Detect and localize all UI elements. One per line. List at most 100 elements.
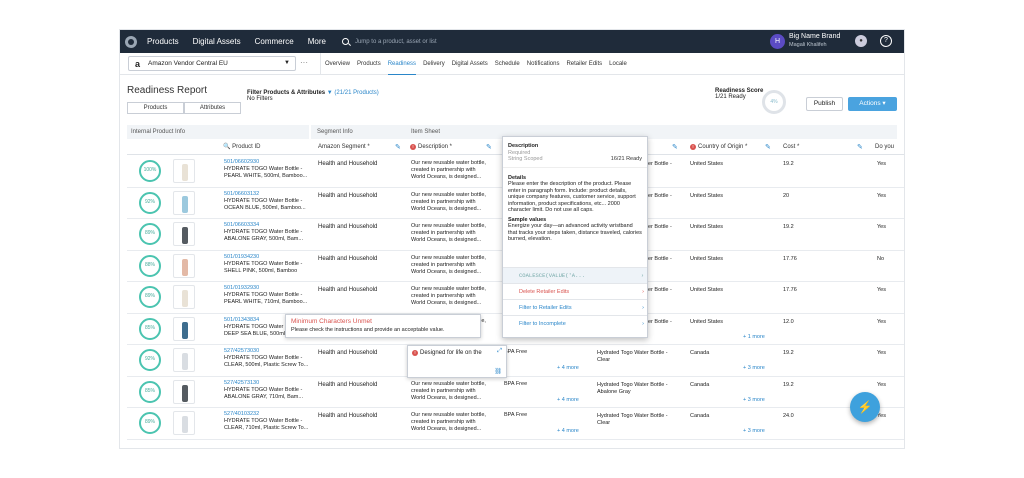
product-thumbnail[interactable] <box>173 159 195 183</box>
country-cell[interactable]: United States <box>690 193 723 200</box>
product-id-cell[interactable]: 501/01934230 HYDRATE TOGO Water Bottle -S… <box>224 254 314 275</box>
segment-cell[interactable]: Health and Household <box>318 161 377 167</box>
cost-cell[interactable]: 19.2 <box>783 161 794 168</box>
description-cell[interactable]: Our new reusable water bottle,created in… <box>411 192 499 213</box>
unlink-icon[interactable]: ⛓ <box>494 368 502 375</box>
tab-locale[interactable]: Locale <box>609 53 627 75</box>
nav-digital-assets[interactable]: Digital Assets <box>193 37 241 46</box>
product-id-cell[interactable]: 527/40103232 HYDRATE TOGO Water Bottle -C… <box>224 411 314 432</box>
edit-icon[interactable]: ✎ <box>395 143 401 151</box>
help-icon[interactable]: ? <box>880 35 892 47</box>
segment-cell[interactable]: Health and Household <box>318 287 377 293</box>
cost-cell[interactable]: 19.2 <box>783 382 794 389</box>
tab-readiness[interactable]: Readiness <box>387 53 417 75</box>
description-cell[interactable]: Our new reusable water bottle,created in… <box>411 255 499 276</box>
more-link[interactable]: + 4 more <box>557 365 579 371</box>
bpa-cell[interactable]: BPA Free <box>504 412 527 419</box>
more-link[interactable]: + 4 more <box>557 397 579 403</box>
hidden-col-cell[interactable]: er Bottle - <box>648 161 672 168</box>
hidden-col-cell[interactable]: er Bottle - <box>648 224 672 231</box>
do-you-cell[interactable]: Yes <box>877 287 886 294</box>
col-amazon-segment[interactable]: Amazon Segment * <box>318 140 370 155</box>
actions-button[interactable]: Actions ▾ <box>848 97 897 111</box>
product-thumbnail[interactable] <box>173 285 195 309</box>
retailer-select[interactable]: a Amazon Vendor Central EU ▼ <box>128 56 296 71</box>
filter-count[interactable]: (21/21 Products) <box>334 90 378 96</box>
product-id[interactable]: 501/01932930 <box>224 285 314 292</box>
segment-cell[interactable]: Health and Household <box>318 350 377 356</box>
products-toggle[interactable]: Products <box>127 102 184 114</box>
global-search[interactable]: Jump to a product, asset or list <box>341 38 437 45</box>
nav-more[interactable]: More <box>308 37 326 46</box>
product-thumbnail[interactable] <box>173 348 195 372</box>
product-id-cell[interactable]: 501/01932930 HYDRATE TOGO Water Bottle -P… <box>224 285 314 306</box>
segment-cell[interactable]: Health and Household <box>318 193 377 199</box>
filter-panel[interactable]: Filter Products & Attributes ▼ (21/21 Pr… <box>247 90 379 102</box>
product-id[interactable]: 501/06603334 <box>224 222 314 229</box>
product-id[interactable]: 501/01934230 <box>224 254 314 261</box>
menu-coalesce[interactable]: COALESCE(VALUE('A... › <box>503 267 647 283</box>
product-id-cell[interactable]: 527/42573130 HYDRATE TOGO Water Bottle -A… <box>224 380 314 401</box>
country-cell[interactable]: Canada <box>690 350 709 357</box>
cost-cell[interactable]: 19.2 <box>783 350 794 357</box>
title-cell[interactable]: Hydrated Togo Water Bottle - Clear <box>597 413 668 427</box>
do-you-cell[interactable]: No <box>877 256 884 263</box>
country-cell[interactable]: Canada <box>690 382 709 389</box>
product-id[interactable]: 501/06603132 <box>224 191 314 198</box>
country-cell[interactable]: United States <box>690 287 723 294</box>
product-id[interactable]: 501/06602930 <box>224 159 314 166</box>
publish-button[interactable]: Publish <box>806 97 843 111</box>
more-link[interactable]: + 3 more <box>743 365 765 371</box>
country-cell[interactable]: United States <box>690 224 723 231</box>
tab-delivery[interactable]: Delivery <box>423 53 445 75</box>
do-you-cell[interactable]: Yes <box>877 382 886 389</box>
tab-products[interactable]: Products <box>357 53 381 75</box>
do-you-cell[interactable]: Yes <box>877 193 886 200</box>
menu-filter-incomplete[interactable]: Filter to Incomplete › <box>503 315 647 331</box>
col-cost[interactable]: Cost * <box>783 140 800 155</box>
product-thumbnail[interactable] <box>173 190 195 215</box>
edit-icon[interactable]: ✎ <box>765 143 771 151</box>
tab-digital-assets[interactable]: Digital Assets <box>452 53 488 75</box>
product-thumbnail[interactable] <box>173 316 195 341</box>
table-row[interactable]: 85% 527/42573130 HYDRATE TOGO Water Bottle… <box>127 377 904 408</box>
do-you-cell[interactable]: Yes <box>877 161 886 168</box>
cost-cell[interactable]: 17.76 <box>783 256 797 263</box>
hidden-col-cell[interactable]: er Bottle - <box>648 256 672 263</box>
product-id-cell[interactable]: 501/06602930 HYDRATE TOGO Water Bottle -P… <box>224 159 314 180</box>
menu-filter-retailer-edits[interactable]: Filter to Retailer Edits › <box>503 299 647 315</box>
table-row[interactable]: 92% 527/42573030 HYDRATE TOGO Water Bottle… <box>127 345 904 377</box>
product-id[interactable]: 527/42573030 <box>224 348 314 355</box>
product-id-cell[interactable]: 501/06603334 HYDRATE TOGO Water Bottle -A… <box>224 222 314 243</box>
notification-icon[interactable]: ● <box>855 35 867 47</box>
edit-icon[interactable]: ✎ <box>486 143 492 151</box>
product-id[interactable]: 527/40103232 <box>224 411 314 418</box>
hidden-col-cell[interactable]: er Bottle - <box>648 193 672 200</box>
edit-icon[interactable]: ✎ <box>672 143 678 151</box>
country-cell[interactable]: United States <box>690 319 723 326</box>
col-country-of-origin[interactable]: ! Country of Origin * <box>690 140 748 155</box>
col-do-you[interactable]: Do you <box>875 140 895 155</box>
cost-cell[interactable]: 19.2 <box>783 224 794 231</box>
description-cell[interactable]: Our new reusable water bottle,created in… <box>411 286 499 307</box>
do-you-cell[interactable]: Yes <box>877 224 886 231</box>
description-cell[interactable]: Our new reusable water bottle,created in… <box>411 412 499 433</box>
cost-cell[interactable]: 12.0 <box>783 319 794 326</box>
logo-icon[interactable] <box>125 35 137 48</box>
country-cell[interactable]: Canada <box>690 413 709 420</box>
do-you-cell[interactable]: Yes <box>877 413 886 420</box>
product-thumbnail[interactable] <box>173 222 195 246</box>
user-menu[interactable]: H Big Name Brand Magali Khalifeh <box>770 33 840 49</box>
more-link[interactable]: + 4 more <box>557 428 579 434</box>
description-cell-editor[interactable]: ! Designed for life on the ⤢ ⛓ <box>407 345 507 378</box>
edit-icon[interactable]: ✎ <box>857 143 863 151</box>
title-cell[interactable]: Hydrated Togo Water Bottle - Abalone Gray <box>597 382 668 396</box>
more-link[interactable]: + 1 more <box>743 334 765 340</box>
more-link[interactable]: + 3 more <box>743 428 765 434</box>
segment-cell[interactable]: Health and Household <box>318 256 377 262</box>
product-id[interactable]: 527/42573130 <box>224 380 314 387</box>
bpa-cell[interactable]: BPA Free <box>504 381 527 388</box>
tab-overview[interactable]: Overview <box>325 53 350 75</box>
description-cell[interactable]: Our new reusable water bottle,created in… <box>411 160 499 181</box>
expand-icon[interactable]: ⤢ <box>497 348 502 355</box>
